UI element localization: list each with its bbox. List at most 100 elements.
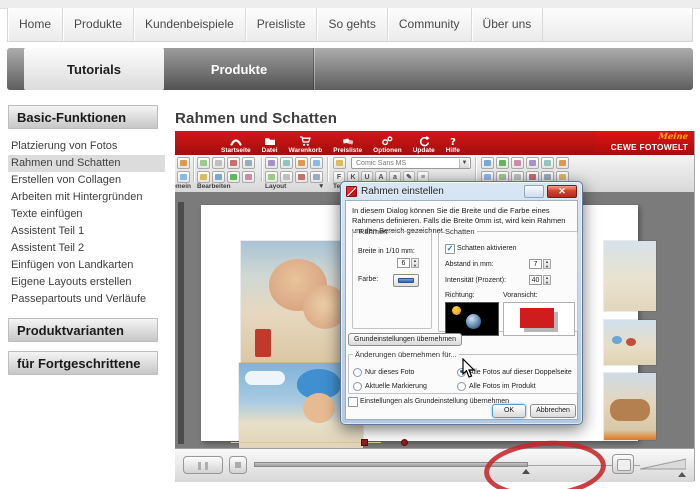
tab-tutorials[interactable]: Tutorials [24,48,164,90]
toolbar-separator [475,157,476,182]
toolbar-button [212,171,225,183]
toolbar-button-glyph [514,160,521,166]
menu-item-update: Update [413,131,435,155]
fullscreen-button[interactable] [612,454,634,474]
photo-detail [612,336,622,344]
nav-item-home[interactable]: Home [8,8,64,41]
sidebar-item-texte-einf-gen[interactable]: Texte einfügen [8,206,165,223]
sidebar-header-f-r-fortgeschrittene[interactable]: für Fortgeschrittene [8,351,158,375]
aenderungen-radio-grid: Nur dieses Foto Alle Fotos auf dieser Dop… [353,365,575,393]
nav-item-so-gehts[interactable]: So gehts [317,8,388,41]
toolbar-button-glyph [298,160,305,166]
cewe-fotowelt-logo: Meine CEWE FOTOWELT [595,132,691,154]
sidebar-item-eigene-layouts-erstellen[interactable]: Eigene Layouts erstellen [8,274,165,291]
sidebar-item-passepartouts-und-verl-ufe[interactable]: Passepartouts und Verläufe [8,291,165,308]
page-title: Rahmen und Schatten [175,110,338,128]
radio-option-label: Alle Fotos auf dieser Doppelseite [469,368,572,376]
abstand-value: 7 [529,259,542,269]
volume-slider[interactable] [640,457,686,471]
abstand-spinner: 7 ▲ ▼ [529,259,551,270]
sidebar-item-assistent-teil-2[interactable]: Assistent Teil 2 [8,240,165,257]
sidebar-item-platzierung-von-fotos[interactable]: Platzierung von Fotos [8,138,165,155]
toolbar-separator [327,157,328,182]
toolbar-button [265,157,278,169]
voransicht-preview [503,302,575,336]
sidebar-item-assistent-teil-1[interactable]: Assistent Teil 1 [8,223,165,240]
selection-handle [361,439,368,446]
toolbar-group-label-layout: Layout [265,183,287,190]
radio-unselected-icon [457,381,466,391]
progress-marker-icon[interactable] [522,469,530,474]
toolbar-button [177,171,190,183]
schatten-group: Schatten ✓ Schatten aktivieren Abstand i… [438,227,578,336]
svg-text:?: ? [450,137,456,147]
font-select: Comic Sans MS ▼ [351,157,471,169]
nav-item-kundenbeispiele[interactable]: Kundenbeispiele [134,8,246,41]
progress-fill[interactable] [254,462,528,467]
intensitaet-value: 40 [529,275,542,285]
earth-icon [466,314,481,329]
photo-detail [303,393,335,423]
toolbar-button-glyph [268,160,275,166]
pause-button[interactable] [183,456,223,474]
logo-line2: CEWE FOTOWELT [610,142,688,152]
toolbar-button [227,171,240,183]
breite-value: 6 [397,258,410,268]
radio-unselected-icon [353,367,362,377]
ok-button: OK [492,404,526,418]
sidebar-header-basic-funktionen[interactable]: Basic-Funktionen [8,105,158,129]
toolbar-button [496,157,509,169]
toolbar-button [526,157,539,169]
nav-item-preisliste[interactable]: Preisliste [246,8,318,41]
toolbar-button [511,157,524,169]
schatten-aktivieren-checkbox: ✓ Schatten aktivieren [445,244,517,254]
radio-option-alle-fotos-auf-dieser-doppelseite: Alle Fotos auf dieser Doppelseite [457,365,575,379]
fotowelt-menubar: Startseite Datei Warenkorb Preisliste Option… [175,131,694,156]
sun-icon [452,306,461,315]
nav-item-produkte[interactable]: Produkte [63,8,135,41]
menu-item-label: Preisliste [333,147,363,154]
sidebar-item-einf-gen-von-landkarten[interactable]: Einfügen von Landkarten [8,257,165,274]
toolbar-button [227,157,240,169]
toolbar-group-label-allgemein: Allgemein [175,183,191,190]
layout-guide-line [231,442,381,443]
sidebar-item-arbeiten-mit-hintergr-nden[interactable]: Arbeiten mit Hintergründen [8,189,165,206]
menu-item-preisliste: Preisliste [333,131,362,155]
nav-item-ber-uns[interactable]: Über uns [472,8,544,41]
sidebar-header-produktvarianten[interactable]: Produktvarianten [8,318,158,342]
toolbar-button-glyph [484,160,491,166]
farbe-swatch-color [398,278,414,283]
menu-item-optionen: Optionen [373,131,402,155]
radio-option-aktuelle-markierung: Aktuelle Markierung [353,379,457,393]
breite-label: Breite in 1/10 mm: [358,248,415,255]
toolbar-button-glyph [544,160,551,166]
dialog-help-button [524,184,544,198]
checkbox-checked-icon: ✓ [445,244,455,254]
radio-option-nur-dieses-foto: Nur dieses Foto [353,365,457,379]
grundeinstellungen-button: Grundeinstellungen übernehmen [348,333,462,346]
sidebar-item-erstellen-von-collagen[interactable]: Erstellen von Collagen [8,172,165,189]
logo-line1: Meine [657,132,689,142]
stop-button[interactable] [229,456,247,474]
photo-beach-dunes [604,241,656,311]
voransicht-label: Voransicht: [503,292,538,299]
intensitaet-label: Intensität (Prozent): [445,277,507,284]
toolbar-button-glyph [313,174,320,180]
schatten-group-legend: Schatten [445,227,475,236]
toolbar-button [242,171,255,183]
volume-marker-icon[interactable] [678,472,686,477]
toolbar-button [295,171,308,183]
abstand-label: Abstand in mm: [445,261,494,268]
toolbar-button-glyph [514,174,521,180]
aenderungen-group: Änderungen übernehmen für... Nur dieses … [348,350,578,394]
font-icon-button [333,157,346,169]
menu-item-datei: Datei [262,131,278,155]
toolbar-button-glyph [484,174,491,180]
tab-produkte[interactable]: Produkte [164,48,314,90]
farbe-label: Farbe: [358,276,379,283]
toolbar-button [242,157,255,169]
dialog-titlebar: Rahmen einstellen ✕ [341,182,582,200]
page-stack-edge [178,202,184,444]
sidebar-item-rahmen-und-schatten[interactable]: Rahmen und Schatten [8,155,165,172]
nav-item-community[interactable]: Community [388,8,472,41]
